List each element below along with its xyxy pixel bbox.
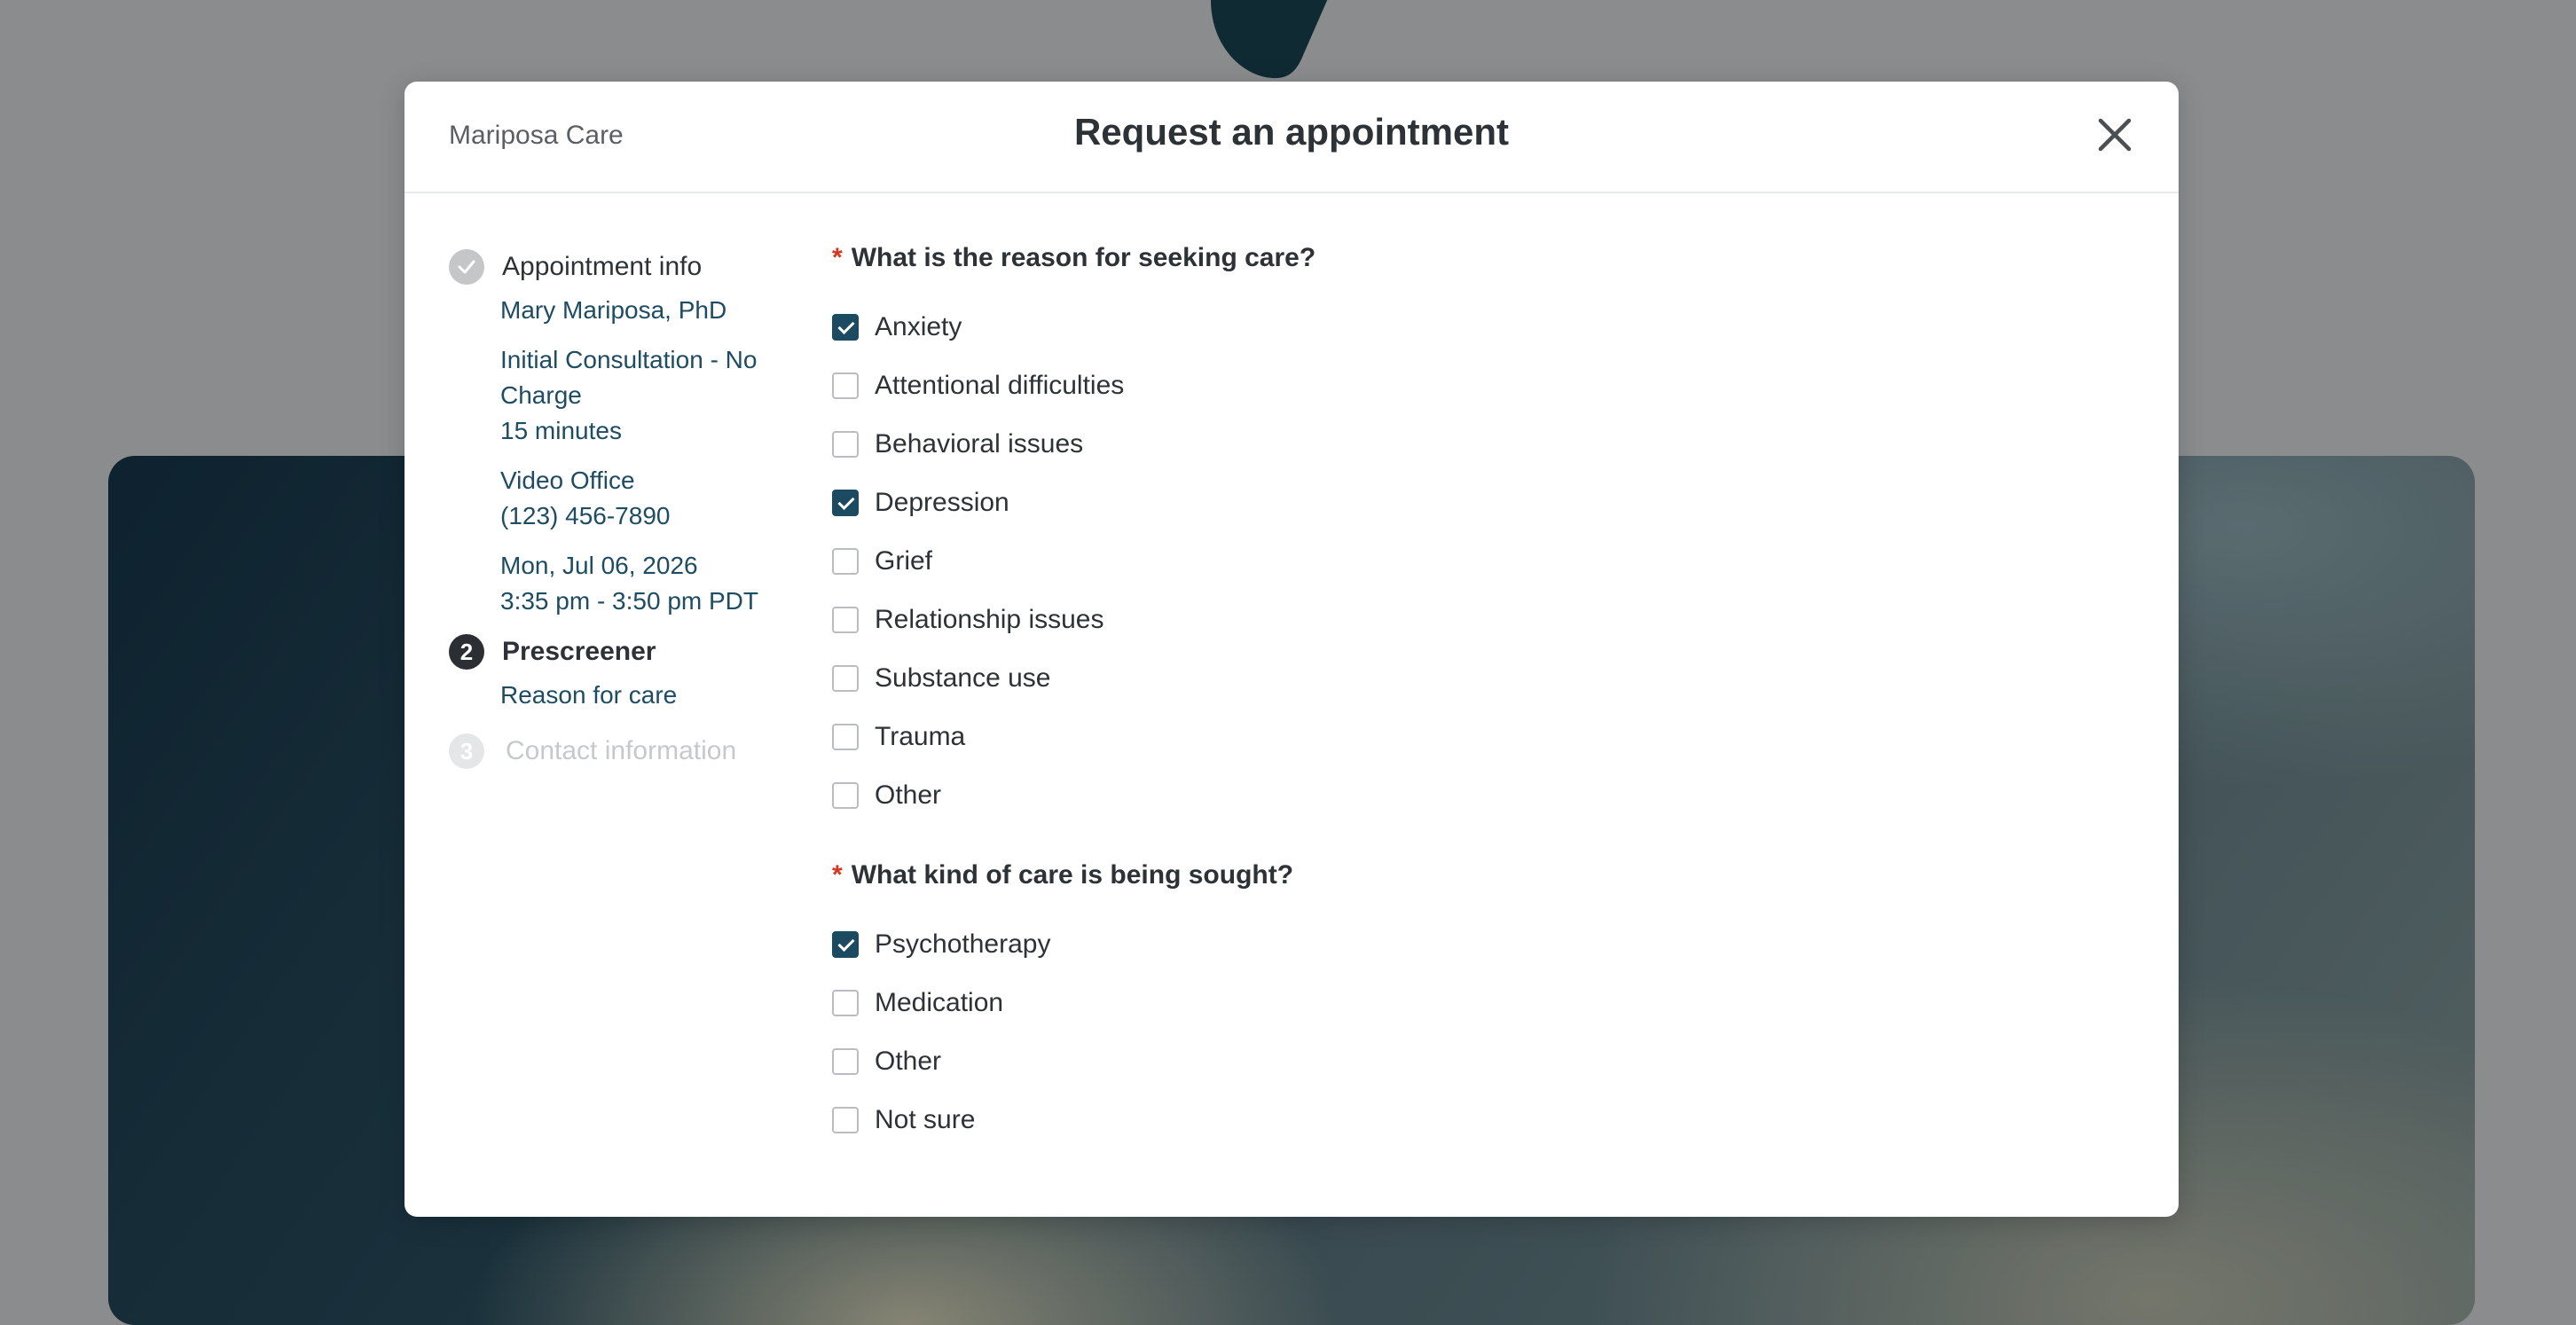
checkbox[interactable] xyxy=(832,548,859,575)
background-logo xyxy=(1211,0,1328,79)
question-text: What kind of care is being sought? xyxy=(851,860,1294,890)
required-marker: * xyxy=(832,860,843,890)
appointment-summary: Mary Mariposa, PhD Initial Consultation … xyxy=(449,293,768,619)
appointment-modal: Mariposa Care Request an appointment App… xyxy=(404,82,2179,1217)
stepper: Appointment info Mary Mariposa, PhD Init… xyxy=(449,245,768,773)
checkbox-label: Other xyxy=(875,1047,942,1076)
checkbox-label: Trauma xyxy=(875,722,966,751)
checkbox-label: Anxiety xyxy=(875,312,962,341)
checkbox[interactable] xyxy=(832,607,859,633)
checkbox-label: Behavioral issues xyxy=(875,429,1084,459)
checkbox[interactable] xyxy=(832,1107,859,1133)
step-label: Contact information xyxy=(506,736,737,765)
checkbox-label: Not sure xyxy=(875,1105,976,1134)
checkbox[interactable] xyxy=(832,931,859,958)
checkbox-option[interactable]: Medication xyxy=(832,974,2145,1032)
checkbox-option[interactable]: Other xyxy=(832,766,2145,825)
care-type-options: Psychotherapy Medication Other Not sure xyxy=(832,915,2145,1149)
checkbox-label: Other xyxy=(875,780,942,810)
checkbox-option[interactable]: Not sure xyxy=(832,1091,2145,1149)
step-appointment-info[interactable]: Appointment info Mary Mariposa, PhD Init… xyxy=(449,245,768,619)
checkbox[interactable] xyxy=(832,431,859,458)
checkbox[interactable] xyxy=(832,724,859,750)
checkbox-option[interactable]: Depression xyxy=(832,474,2145,532)
checkbox[interactable] xyxy=(832,665,859,692)
checkbox-option[interactable]: Anxiety xyxy=(832,298,2145,357)
appointment-time: 3:35 pm - 3:50 pm PDT xyxy=(500,587,759,615)
checkbox[interactable] xyxy=(832,1048,859,1075)
prescreener-form: * What is the reason for seeking care? An… xyxy=(832,238,2145,1149)
step-label: Appointment info xyxy=(502,252,703,281)
duration: 15 minutes xyxy=(500,417,622,444)
checkbox-label: Relationship issues xyxy=(875,605,1104,634)
phone: (123) 456-7890 xyxy=(500,502,671,529)
close-icon xyxy=(2098,118,2132,152)
step-number-badge: 3 xyxy=(449,733,484,769)
provider-name: Mary Mariposa, PhD xyxy=(500,296,727,324)
checkbox-option[interactable]: Behavioral issues xyxy=(832,415,2145,474)
checkbox-label: Substance use xyxy=(875,663,1051,693)
checkbox-option[interactable]: Other xyxy=(832,1032,2145,1091)
check-icon xyxy=(449,249,484,285)
service-name-cont: Charge xyxy=(500,381,582,409)
checkbox-label: Medication xyxy=(875,988,1004,1017)
question-kind-of-care: * What kind of care is being sought? xyxy=(832,855,2145,896)
reason-options: Anxiety Attentional difficulties Behaviora… xyxy=(832,298,2145,825)
checkbox-option[interactable]: Psychotherapy xyxy=(832,915,2145,974)
required-marker: * xyxy=(832,243,843,272)
checkbox[interactable] xyxy=(832,372,859,399)
checkbox[interactable] xyxy=(832,782,859,809)
checkbox-option[interactable]: Relationship issues xyxy=(832,591,2145,649)
checkbox[interactable] xyxy=(832,314,859,341)
substep-reason-for-care[interactable]: Reason for care xyxy=(500,678,768,713)
checkbox-option[interactable]: Substance use xyxy=(832,649,2145,708)
step-contact-information: 3 Contact information xyxy=(449,729,768,773)
question-reason-for-care: * What is the reason for seeking care? xyxy=(832,238,2145,278)
question-text: What is the reason for seeking care? xyxy=(851,243,1316,272)
checkbox[interactable] xyxy=(832,490,859,516)
location: Video Office xyxy=(500,466,635,494)
checkbox-option[interactable]: Trauma xyxy=(832,708,2145,766)
checkbox-option[interactable]: Grief xyxy=(832,532,2145,591)
checkbox-option[interactable]: Attentional difficulties xyxy=(832,357,2145,415)
checkbox-label: Psychotherapy xyxy=(875,929,1051,959)
modal-title: Request an appointment xyxy=(1073,111,1510,153)
service-name: Initial Consultation - No xyxy=(500,346,758,373)
checkbox-label: Attentional difficulties xyxy=(875,371,1125,400)
checkbox-label: Depression xyxy=(875,488,1009,517)
modal-header: Mariposa Care Request an appointment xyxy=(404,82,2179,193)
step-prescreener[interactable]: 2 Prescreener Reason for care xyxy=(449,630,768,713)
appointment-date: Mon, Jul 06, 2026 xyxy=(500,552,698,579)
close-button[interactable] xyxy=(2090,110,2140,160)
step-number-badge: 2 xyxy=(449,634,484,670)
checkbox[interactable] xyxy=(832,990,859,1016)
checkbox-label: Grief xyxy=(875,546,933,576)
step-label: Prescreener xyxy=(502,637,656,666)
